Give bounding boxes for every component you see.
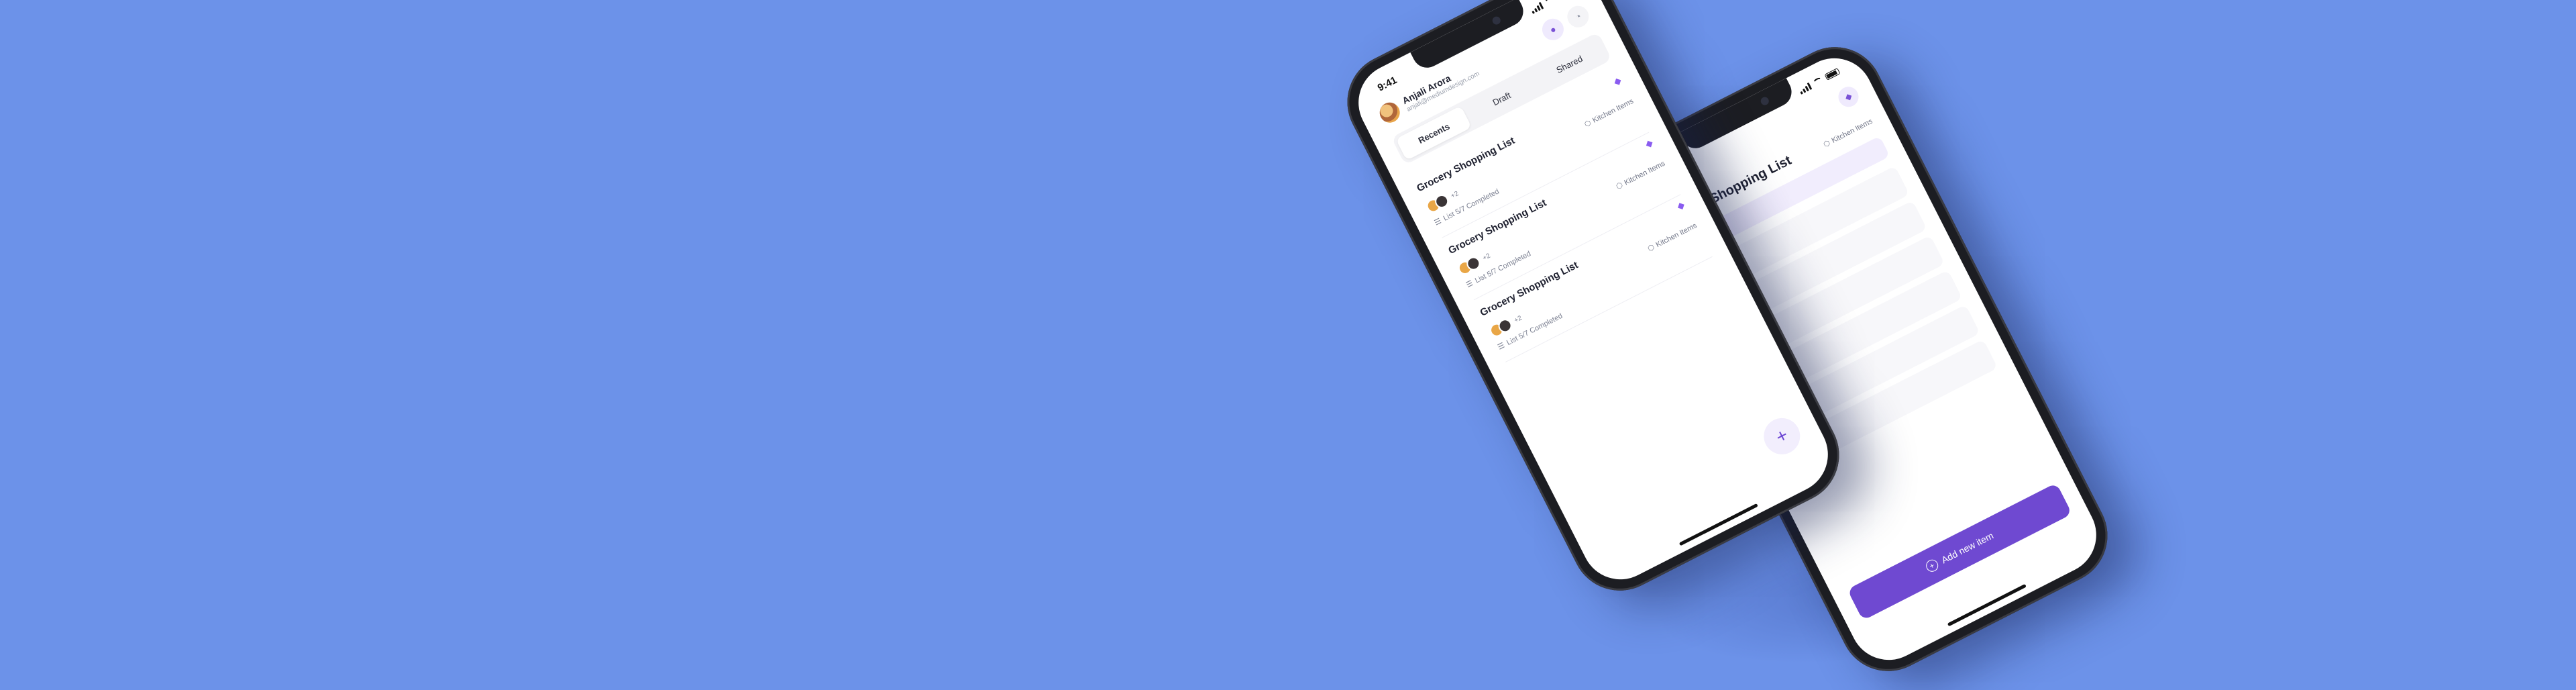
add-new-item-button[interactable]: + Add new item (1847, 483, 2072, 621)
camera (1759, 95, 1770, 107)
status-icons (1798, 68, 1841, 95)
detail-tag-label: Kitchen Items (1830, 117, 1874, 145)
signal-icon (1798, 82, 1813, 95)
plus-icon: + (1923, 557, 1940, 575)
battery-icon (1824, 68, 1841, 81)
add-list-button[interactable]: + (1757, 411, 1807, 461)
diamond-icon[interactable]: ◆ (1835, 83, 1862, 111)
bell-icon[interactable]: ◔ (1563, 2, 1593, 32)
status-time: 9:41 (1375, 74, 1399, 94)
wifi-icon (1544, 0, 1556, 6)
add-new-item-label: Add new item (1939, 530, 1996, 566)
more-members: +2 (1513, 313, 1523, 324)
more-members: +2 (1449, 189, 1460, 200)
signal-icon (1529, 1, 1544, 14)
more-members: +2 (1481, 252, 1492, 262)
tag-icon: ⬡ (1822, 138, 1832, 150)
wifi-icon (1813, 77, 1824, 87)
checklist-icon: ☰ (1464, 279, 1474, 290)
camera (1491, 15, 1502, 26)
checklist-icon: ☰ (1496, 341, 1507, 352)
checklist-icon: ☰ (1433, 217, 1443, 228)
avatar[interactable] (1376, 99, 1403, 126)
microphone-icon[interactable]: ● (1538, 15, 1568, 44)
